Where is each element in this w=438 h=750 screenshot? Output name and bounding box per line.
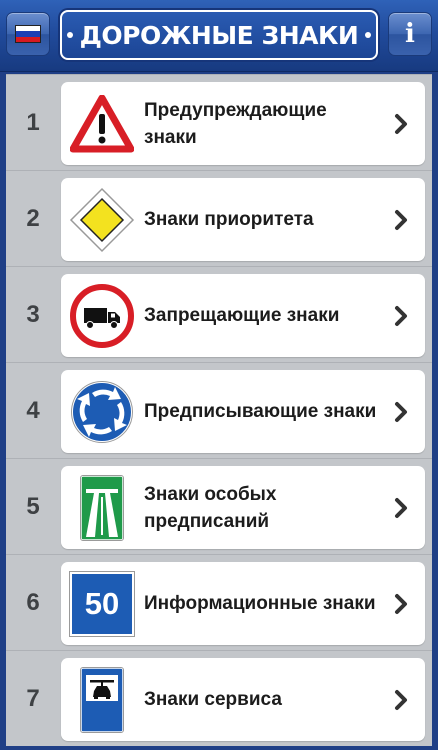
category-label: Знаки приоритета xyxy=(144,209,314,230)
title-badge: ДОРОЖНЫЕ ЗНАКИ xyxy=(60,10,378,60)
list-item[interactable]: 2 Знаки приоритета xyxy=(6,170,432,265)
roundabout-sign-icon xyxy=(69,374,135,449)
list-item[interactable]: 1 Предупреждающие знаки xyxy=(6,74,432,169)
category-label: Информационные знаки xyxy=(144,593,376,614)
info-button[interactable]: i xyxy=(388,12,432,56)
list-item[interactable]: 4 Предписывающие знаки xyxy=(6,362,432,457)
speed-50-text: 50 xyxy=(84,585,120,621)
chevron-right-icon xyxy=(395,306,407,326)
page-title: ДОРОЖНЫЕ ЗНАКИ xyxy=(79,20,359,50)
category-card-special[interactable]: Знаки особых предписаний xyxy=(61,466,425,549)
title-dot-right xyxy=(365,32,372,38)
category-card-warning[interactable]: Предупреждающие знаки xyxy=(61,82,425,165)
no-trucks-sign-icon xyxy=(69,278,135,353)
chevron-right-icon xyxy=(395,594,407,614)
navigation-bar: ДОРОЖНЫЕ ЗНАКИ i xyxy=(0,0,438,72)
category-card-information[interactable]: 50 Информационные знаки xyxy=(61,562,425,645)
language-button[interactable] xyxy=(6,12,50,56)
speed-50-sign-icon: 50 xyxy=(69,566,135,641)
warning-sign-icon xyxy=(69,86,135,161)
item-number: 2 xyxy=(26,204,40,232)
category-card-mandatory[interactable]: Предписывающие знаки xyxy=(61,370,425,453)
category-label: Знаки сервиса xyxy=(144,689,282,710)
category-label: Предупреждающие знаки xyxy=(144,99,327,148)
item-number: 1 xyxy=(26,108,40,136)
item-number: 6 xyxy=(26,588,40,616)
flag-stripe-red xyxy=(16,36,40,42)
list-item[interactable]: 6 50 Информационные знаки xyxy=(6,554,432,649)
car-service-sign-icon xyxy=(69,662,135,737)
category-label: Предписывающие знаки xyxy=(144,401,377,422)
category-card-prohibitory[interactable]: Запрещающие знаки xyxy=(61,274,425,357)
item-number: 5 xyxy=(26,492,40,520)
chevron-right-icon xyxy=(395,210,407,230)
priority-road-sign-icon xyxy=(69,182,135,257)
chevron-right-icon xyxy=(395,690,407,710)
item-number: 4 xyxy=(26,396,40,424)
list-item[interactable]: 3 Запрещающие знаки xyxy=(6,266,432,361)
list-item[interactable]: 5 Знаки особых предписаний xyxy=(6,458,432,553)
chevron-right-icon xyxy=(395,114,407,134)
chevron-right-icon xyxy=(395,498,407,518)
item-number: 7 xyxy=(26,684,40,712)
item-number: 3 xyxy=(26,300,40,328)
info-icon: i xyxy=(405,19,415,49)
chevron-right-icon xyxy=(395,402,407,422)
list-item[interactable]: 7 Знаки сервиса xyxy=(6,650,432,745)
russian-flag-icon xyxy=(15,25,41,43)
motorway-sign-icon xyxy=(69,470,135,545)
category-list: 1 Предупреждающие знаки 2 Знаки приорите… xyxy=(6,74,432,746)
category-card-priority[interactable]: Знаки приоритета xyxy=(61,178,425,261)
title-dot-left xyxy=(66,32,73,38)
category-label: Знаки особых предписаний xyxy=(144,483,277,532)
category-label: Запрещающие знаки xyxy=(144,305,340,326)
category-card-service[interactable]: Знаки сервиса xyxy=(61,658,425,741)
